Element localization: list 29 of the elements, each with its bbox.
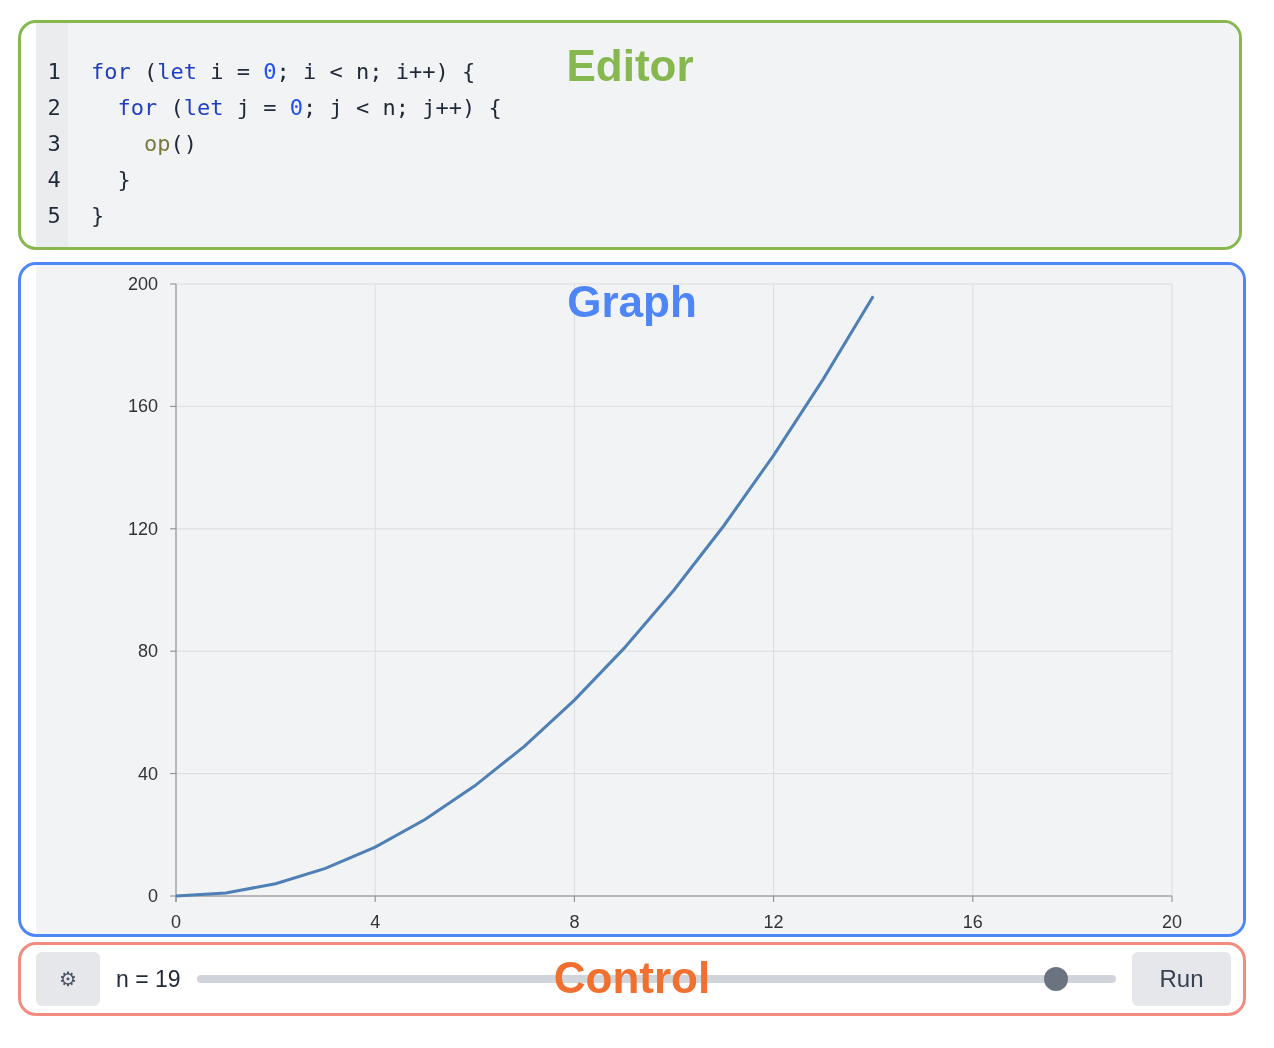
x-tick-label: 4 [370,912,381,932]
code-line: for (let i = 0; i < n; i++) { [91,58,477,86]
line-number: 3 [46,130,62,158]
line-number: 4 [46,166,62,194]
run-button[interactable]: Run [1132,952,1231,1006]
panel-label: Editor [566,41,694,91]
line-number: 2 [46,94,62,122]
x-tick-label: 12 [763,912,784,932]
x-tick-label: 16 [962,912,983,932]
x-tick-label: 8 [569,912,580,932]
code-line: for (let j = 0; j < n; j++) { [116,94,502,122]
slider-thumb[interactable] [1044,967,1069,991]
y-tick-label: 120 [127,518,158,539]
code-line: } [91,202,106,230]
y-tick-label: 160 [127,396,158,417]
line-number: 1 [46,58,62,86]
n-value-label: n = 19 [116,965,181,993]
y-tick-label: 200 [127,274,158,294]
panel-label: Control [553,953,711,1003]
panel-label: Graph [567,277,697,327]
settings-button[interactable]: ⚙ [36,952,100,1006]
line-number: 5 [46,202,62,230]
code-line: op() [142,130,198,158]
y-tick-label: 0 [148,886,158,906]
x-tick-label: 20 [1162,912,1182,932]
y-tick-label: 80 [137,641,158,662]
y-tick-label: 40 [137,763,158,784]
code-line: } [116,166,132,194]
x-tick-label: 0 [171,912,181,932]
